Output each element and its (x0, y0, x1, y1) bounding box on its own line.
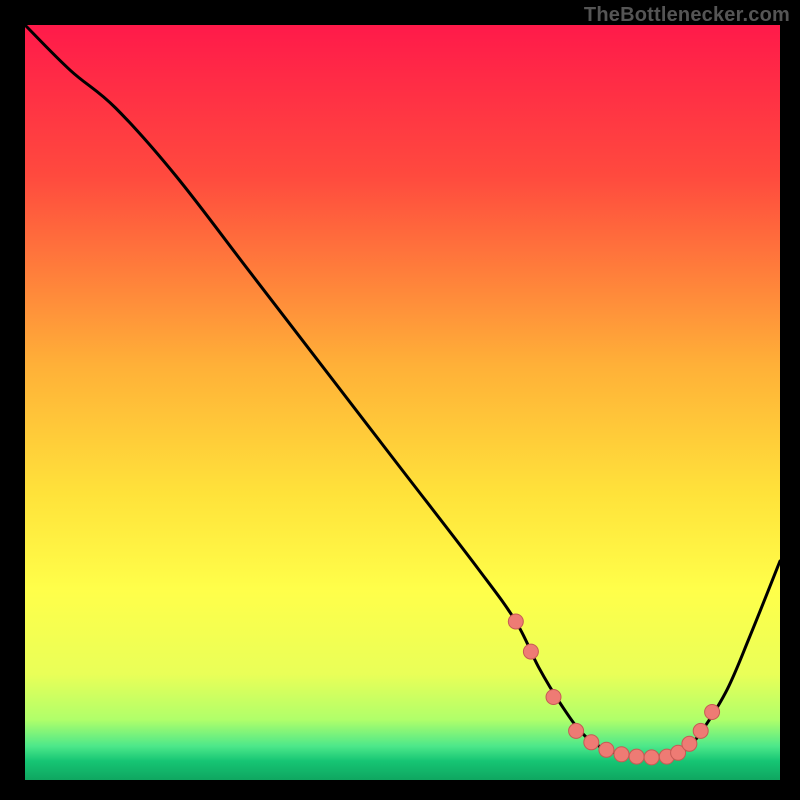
curve-marker (508, 614, 523, 629)
curve-marker (546, 690, 561, 705)
watermark-text: TheBottlenecker.com (584, 4, 790, 27)
curve-marker (629, 749, 644, 764)
chart-canvas (0, 0, 800, 800)
chart-stage: TheBottlenecker.com (0, 0, 800, 800)
curve-marker (614, 747, 629, 762)
curve-marker (599, 742, 614, 757)
curve-marker (569, 723, 584, 738)
curve-marker (523, 644, 538, 659)
curve-marker (705, 705, 720, 720)
curve-marker (584, 735, 599, 750)
curve-marker (644, 750, 659, 765)
curve-marker (693, 723, 708, 738)
gradient-background (25, 25, 780, 780)
curve-marker (682, 736, 697, 751)
